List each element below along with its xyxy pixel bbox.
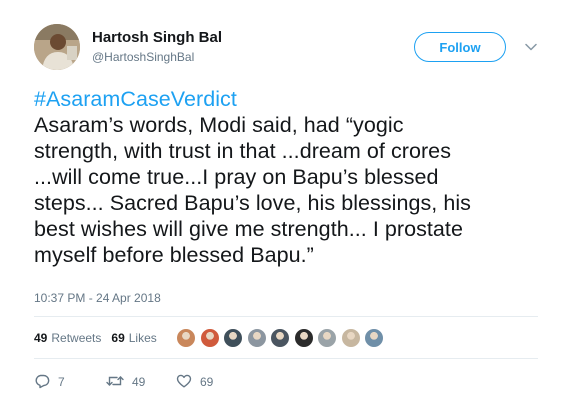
like-button[interactable]: 69 <box>176 373 236 392</box>
divider <box>34 316 538 317</box>
liker-avatar[interactable] <box>199 328 220 348</box>
display-name[interactable]: Hartosh Singh Bal <box>92 29 222 46</box>
tweet-actions: 7 49 69 <box>34 372 236 392</box>
liker-avatar[interactable] <box>340 328 361 348</box>
liker-avatar[interactable] <box>223 328 243 348</box>
liker-avatar[interactable] <box>317 328 337 348</box>
retweets-count: 49 <box>34 331 48 345</box>
tweet-line: Asaram’s words, Modi said, had “yogic <box>34 113 404 137</box>
likes-count: 69 <box>111 331 125 345</box>
reply-icon <box>34 373 50 392</box>
tweet-line: strength, with trust in that ...dream of… <box>34 139 451 163</box>
retweets-label: Retweets <box>51 331 102 345</box>
tweet-line: ...will come true...I pray on Bapu’s ble… <box>34 165 439 189</box>
tweet-text: #AsaramCaseVerdict Asaram’s words, Modi … <box>34 86 554 268</box>
reply-button[interactable]: 7 <box>34 373 106 392</box>
retweet-count: 49 <box>132 375 146 389</box>
liker-avatar[interactable] <box>176 328 196 348</box>
tweet-line: steps... Sacred Bapu’s love, his blessin… <box>34 191 471 215</box>
retweet-icon <box>106 373 124 392</box>
avatar[interactable] <box>34 24 80 70</box>
tweet-card: Hartosh Singh Bal @HartoshSinghBal Follo… <box>0 0 572 405</box>
tweet-stats: 49 Retweets 69 Likes <box>34 324 167 352</box>
like-count: 69 <box>200 375 214 389</box>
chevron-down-icon[interactable] <box>522 38 540 56</box>
liker-avatar[interactable] <box>246 328 267 348</box>
heart-icon <box>176 373 192 392</box>
retweet-button[interactable]: 49 <box>106 373 176 392</box>
tweet-line: best wishes will give me strength... I p… <box>34 217 463 241</box>
follow-button[interactable]: Follow <box>414 32 506 62</box>
hashtag-link[interactable]: #AsaramCaseVerdict <box>34 86 554 112</box>
divider <box>34 358 538 359</box>
reply-count: 7 <box>58 375 65 389</box>
likes-stat[interactable]: 69 Likes <box>111 331 156 345</box>
user-handle[interactable]: @HartoshSinghBal <box>92 50 194 64</box>
liker-avatar[interactable] <box>364 328 384 348</box>
liker-avatar[interactable] <box>270 328 290 348</box>
liker-avatar[interactable] <box>293 328 314 348</box>
timestamp-link[interactable]: 10:37 PM - 24 Apr 2018 <box>34 291 161 305</box>
retweets-stat[interactable]: 49 Retweets <box>34 331 101 345</box>
likers-avatars <box>176 327 388 349</box>
likes-label: Likes <box>128 331 157 345</box>
tweet-line: myself before blessed Bapu.” <box>34 243 314 267</box>
